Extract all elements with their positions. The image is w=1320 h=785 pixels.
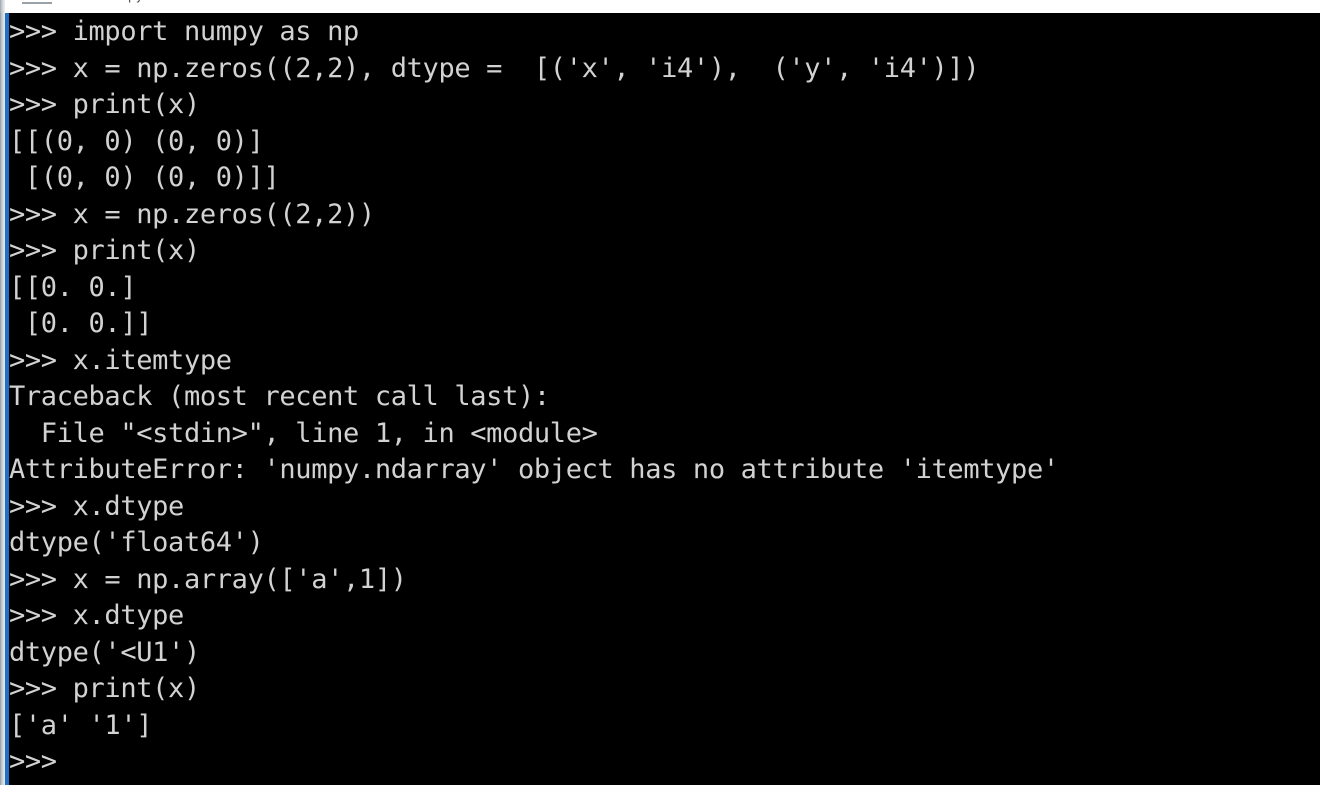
window-title: py (128, 0, 143, 3)
python-shell-window: py >>> import numpy as np >>> x = np.zero… (0, 0, 1320, 785)
window-titlebar-sliver[interactable]: py (0, 0, 1320, 13)
terminal-surface[interactable]: >>> import numpy as np >>> x = np.zeros((… (9, 13, 1320, 785)
terminal-line: >>> x = np.array(['a',1]) (9, 563, 407, 595)
terminal-line: [0. 0.]] (9, 308, 153, 339)
titlebar-left-edge (0, 0, 5, 13)
terminal-line: >>> (9, 746, 73, 777)
terminal-line: >>> x = np.zeros((2,2)) (9, 198, 375, 230)
window-menu-icon[interactable] (22, 2, 52, 4)
terminal-line: >>> x.dtype (9, 490, 184, 522)
terminal-line: [[(0, 0) (0, 0)] (9, 125, 264, 157)
terminal-line: File "<stdin>", line 1, in <module> (9, 417, 598, 449)
terminal-line: >>> x.dtype (9, 600, 184, 631)
terminal-line: >>> print(x) (9, 235, 200, 266)
terminal-line: >>> print(x) (9, 89, 200, 120)
terminal-output[interactable]: >>> import numpy as np >>> x = np.zeros((… (9, 14, 1059, 781)
terminal-line: ['a' '1'] (9, 709, 153, 741)
terminal-line: >>> x.itemtype (9, 344, 232, 376)
terminal-line: [(0, 0) (0, 0)]] (9, 162, 280, 193)
terminal-line: >>> x = np.zeros((2,2), dtype = [('x', '… (9, 52, 980, 84)
terminal-line: dtype('<U1') (9, 636, 200, 668)
terminal-line: Traceback (most recent call last): (9, 381, 550, 412)
terminal-line: >>> import numpy as np (9, 16, 359, 47)
terminal-line: dtype('float64') (9, 527, 264, 558)
terminal-line: [[0. 0.] (9, 271, 137, 303)
terminal-line: >>> print(x) (9, 673, 200, 704)
terminal-line: AttributeError: 'numpy.ndarray' object h… (9, 454, 1059, 485)
